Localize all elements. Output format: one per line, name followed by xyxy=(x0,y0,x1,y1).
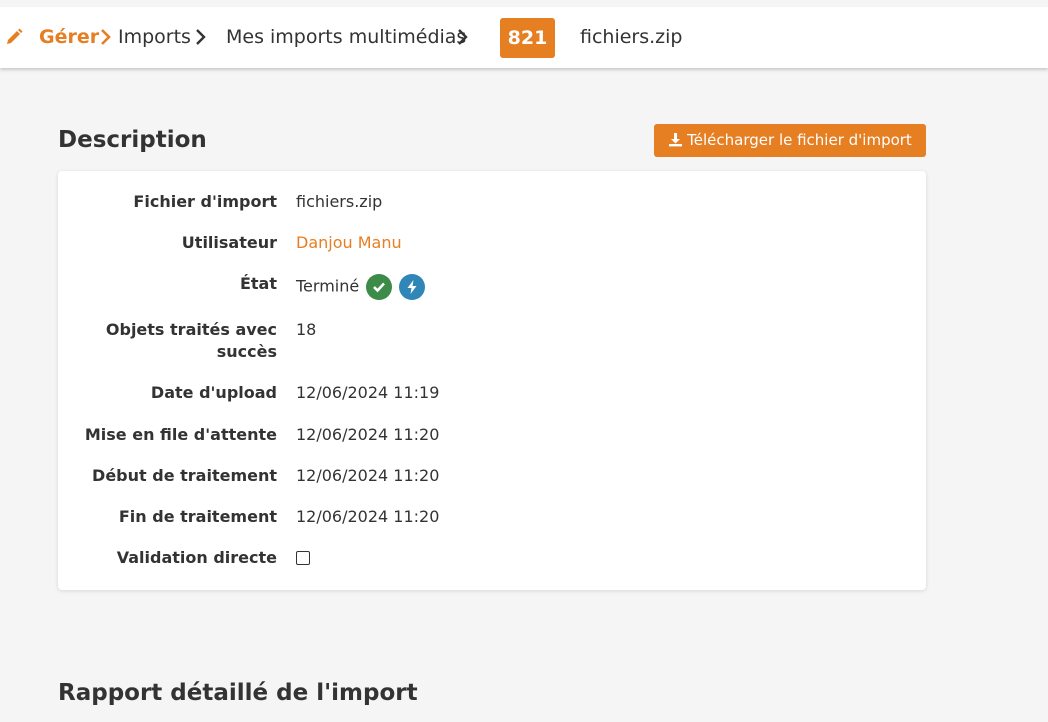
field-value: fichiers.zip xyxy=(296,192,383,211)
bolt-circle-icon xyxy=(399,274,426,300)
field-label: Utilisateur xyxy=(181,233,277,252)
report-title: Rapport détaillé de l'import xyxy=(58,680,418,706)
chevron-right-icon xyxy=(196,29,206,45)
field-label: Date d'upload xyxy=(150,383,277,402)
field-label: Début de traitement xyxy=(92,466,277,485)
download-import-button[interactable]: Télécharger le fichier d'import xyxy=(654,124,926,157)
field-label: Fin de traitement xyxy=(118,507,277,526)
download-icon xyxy=(669,133,683,147)
field-value: 12/06/2024 11:20 xyxy=(296,425,440,444)
breadcrumb-multimedia[interactable]: Mes imports multimédias xyxy=(226,25,466,49)
description-title: Description xyxy=(58,127,207,153)
breadcrumb-imports[interactable]: Imports xyxy=(118,25,191,49)
chevron-right-icon xyxy=(458,29,468,45)
validation-checkbox[interactable] xyxy=(296,551,310,565)
field-label: État xyxy=(239,274,277,293)
breadcrumb-gerer[interactable]: Gérer xyxy=(39,25,99,49)
field-label-line: Objets traités avec xyxy=(105,320,277,339)
field-value: 12/06/2024 11:20 xyxy=(296,466,440,485)
field-label: Fichier d'import xyxy=(133,192,277,211)
field-value: 12/06/2024 11:20 xyxy=(296,507,440,526)
status-value: Terminé xyxy=(296,274,426,300)
field-value: 12/06/2024 11:19 xyxy=(296,383,440,402)
check-circle-icon xyxy=(366,274,393,300)
field-label: Objets traités avec succès xyxy=(67,319,277,363)
breadcrumb-filename: fichiers.zip xyxy=(580,26,683,48)
pencil-icon xyxy=(7,28,23,44)
field-label-line: succès xyxy=(216,342,277,361)
download-import-label: Télécharger le fichier d'import xyxy=(687,131,912,149)
breadcrumb: Gérer Imports Mes imports multimédias 82… xyxy=(0,7,1048,68)
description-card: Fichier d'import fichiers.zip Utilisateu… xyxy=(58,171,926,590)
status-text: Terminé xyxy=(296,276,360,296)
field-label: Mise en file d'attente xyxy=(84,425,277,444)
import-id-badge: 821 xyxy=(500,18,555,58)
user-link[interactable]: Danjou Manu xyxy=(296,232,402,254)
field-value: 18 xyxy=(296,320,317,339)
top-strip xyxy=(0,0,1048,7)
field-label: Validation directe xyxy=(116,548,277,567)
chevron-right-icon xyxy=(101,29,111,45)
